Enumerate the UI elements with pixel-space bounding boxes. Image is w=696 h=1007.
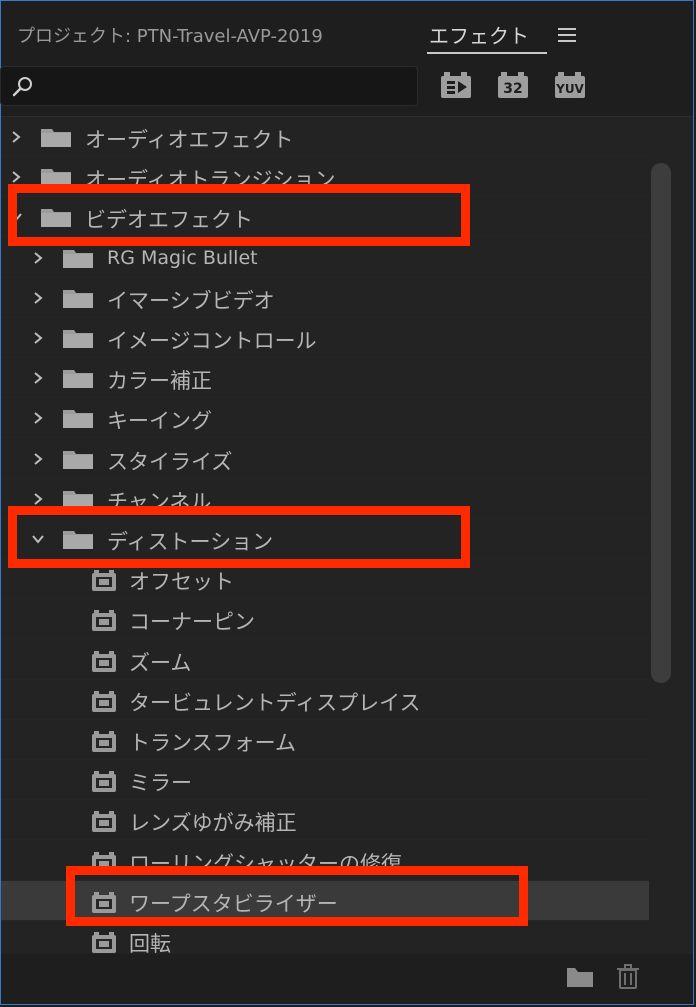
tree-folder-row[interactable]: イマーシブビデオ (1, 278, 649, 318)
chevron-down-icon[interactable] (31, 531, 45, 545)
effect-icon (91, 770, 117, 793)
panel-menu-icon[interactable] (558, 28, 576, 42)
folder-icon (63, 529, 93, 549)
chevron-right-icon[interactable] (31, 370, 45, 384)
tree-item-label: ビデオエフェクト (85, 208, 253, 233)
folder-icon (63, 368, 93, 389)
32bit-label: 32 (503, 81, 522, 97)
chevron-right-icon[interactable] (9, 169, 23, 183)
tree-effect-row[interactable]: ミラー (1, 760, 649, 801)
effects-tree: オーディオエフェクトオーディオトランジション ビデオエフェクト RG Magic B… (1, 116, 693, 955)
folder-icon (63, 408, 93, 429)
tree-item-label: イマーシブビデオ (107, 288, 275, 313)
folder-icon (63, 489, 93, 509)
tree-item-label: コーナーピン (129, 610, 255, 635)
tree-folder-row[interactable]: ディストーション (1, 519, 649, 559)
tree-effect-row[interactable]: トランスフォーム (1, 720, 649, 760)
folder-icon (63, 449, 93, 469)
tree-item-label: イメージコントロール (107, 329, 317, 353)
folder-icon (63, 288, 93, 308)
tree-item-label: カラー補正 (107, 369, 212, 394)
tree-effect-row[interactable]: ワープスタビライザー (1, 880, 649, 921)
tree-item-label: レンズゆがみ補正 (129, 811, 297, 836)
tree-item-label: オーディオトランジション (85, 168, 336, 193)
folder-icon (41, 127, 71, 147)
tree-folder-row[interactable]: チャンネル (1, 479, 649, 519)
chevron-right-icon[interactable] (31, 451, 45, 465)
scrollbar-thumb[interactable] (651, 163, 671, 683)
chevron-right-icon[interactable] (31, 250, 45, 264)
effect-icon (91, 730, 117, 752)
trash-icon[interactable] (613, 962, 643, 990)
folder-icon (63, 328, 93, 348)
effect-icon (91, 650, 117, 672)
tree-folder-row[interactable]: キーイング (1, 398, 649, 439)
tree-folder-row[interactable]: ビデオエフェクト (1, 197, 649, 238)
tree-item-label: ディストーション (107, 530, 274, 554)
effect-icon (91, 931, 117, 953)
tree-effect-row[interactable]: ローリングシャッターの修復 (1, 841, 649, 881)
tree-folder-row[interactable]: RG Magic Bullet (1, 238, 649, 278)
search-input[interactable] (41, 71, 405, 103)
search-box[interactable] (0, 66, 418, 106)
effect-icon (91, 891, 117, 913)
accelerated-effects-filter-button[interactable] (440, 70, 474, 100)
accelerated-effects-icon (441, 72, 471, 98)
panel-tab-bar: プロジェクト: PTN-Travel-AVP-2019 エフェクト (1, 6, 693, 54)
chevron-down-icon[interactable] (9, 209, 23, 223)
yuv-badge-icon: YUV (555, 72, 585, 98)
tree-item-label: ズーム (129, 650, 192, 675)
tree-folder-row[interactable]: カラー補正 (1, 358, 649, 399)
tree-item-label: ワープスタビライザー (129, 891, 338, 916)
effect-icon (91, 851, 117, 873)
folder-icon (63, 248, 93, 268)
folder-icon (41, 167, 71, 188)
chevron-right-icon[interactable] (31, 410, 45, 425)
tree-item-label: ミラー (129, 771, 192, 796)
tree-item-label: トランスフォーム (129, 731, 296, 755)
effect-icon (91, 810, 117, 833)
yuv-label: YUV (555, 82, 584, 96)
32bit-badge-icon: 32 (498, 72, 528, 98)
tree-item-label: オフセット (129, 570, 234, 595)
tree-item-label: オーディオエフェクト (85, 128, 294, 152)
new-custom-bin-icon[interactable] (565, 962, 595, 990)
tree-effect-row[interactable]: 回転 (1, 921, 649, 955)
chevron-right-icon[interactable] (31, 491, 45, 505)
tree-item-label: 回転 (129, 932, 171, 955)
tree-item-label: RG Magic Bullet (107, 246, 258, 269)
active-tab-indicator (427, 52, 547, 54)
tree-folder-row[interactable]: オーディオトランジション (1, 157, 649, 198)
tree-item-label: キーイング (107, 409, 212, 434)
tree-effect-row[interactable]: レンズゆがみ補正 (1, 800, 649, 841)
tree-effect-row[interactable]: タービュレントディスプレイス (1, 680, 649, 720)
32bit-filter-button[interactable]: 32 (497, 70, 531, 100)
panel-footer (1, 954, 693, 1004)
chevron-right-icon[interactable] (31, 330, 45, 344)
tree-folder-row[interactable]: イメージコントロール (1, 318, 649, 358)
folder-icon (41, 207, 71, 228)
effect-icon (91, 690, 117, 712)
tree-item-label: ローリングシャッターの修復 (129, 851, 402, 876)
tab-project[interactable]: プロジェクト: PTN-Travel-AVP-2019 (17, 22, 323, 48)
chevron-right-icon[interactable] (9, 129, 23, 143)
tree-effect-row[interactable]: オフセット (1, 559, 649, 600)
tree-folder-row[interactable]: オーディオエフェクト (1, 117, 649, 157)
tree-folder-row[interactable]: スタイライズ (1, 439, 649, 479)
tree-effect-row[interactable]: ズーム (1, 640, 649, 680)
tree-item-label: タービュレントディスプレイス (129, 690, 421, 715)
tree-effect-row[interactable]: コーナーピン (1, 599, 649, 640)
tree-item-label: スタイライズ (107, 449, 233, 474)
search-icon (12, 77, 32, 97)
effect-icon (91, 569, 117, 592)
chevron-right-icon[interactable] (31, 290, 45, 304)
effect-icon (91, 609, 117, 632)
tree-item-label: チャンネル (107, 489, 212, 514)
yuv-filter-button[interactable]: YUV (554, 70, 588, 100)
tab-effects[interactable]: エフェクト (429, 20, 529, 49)
